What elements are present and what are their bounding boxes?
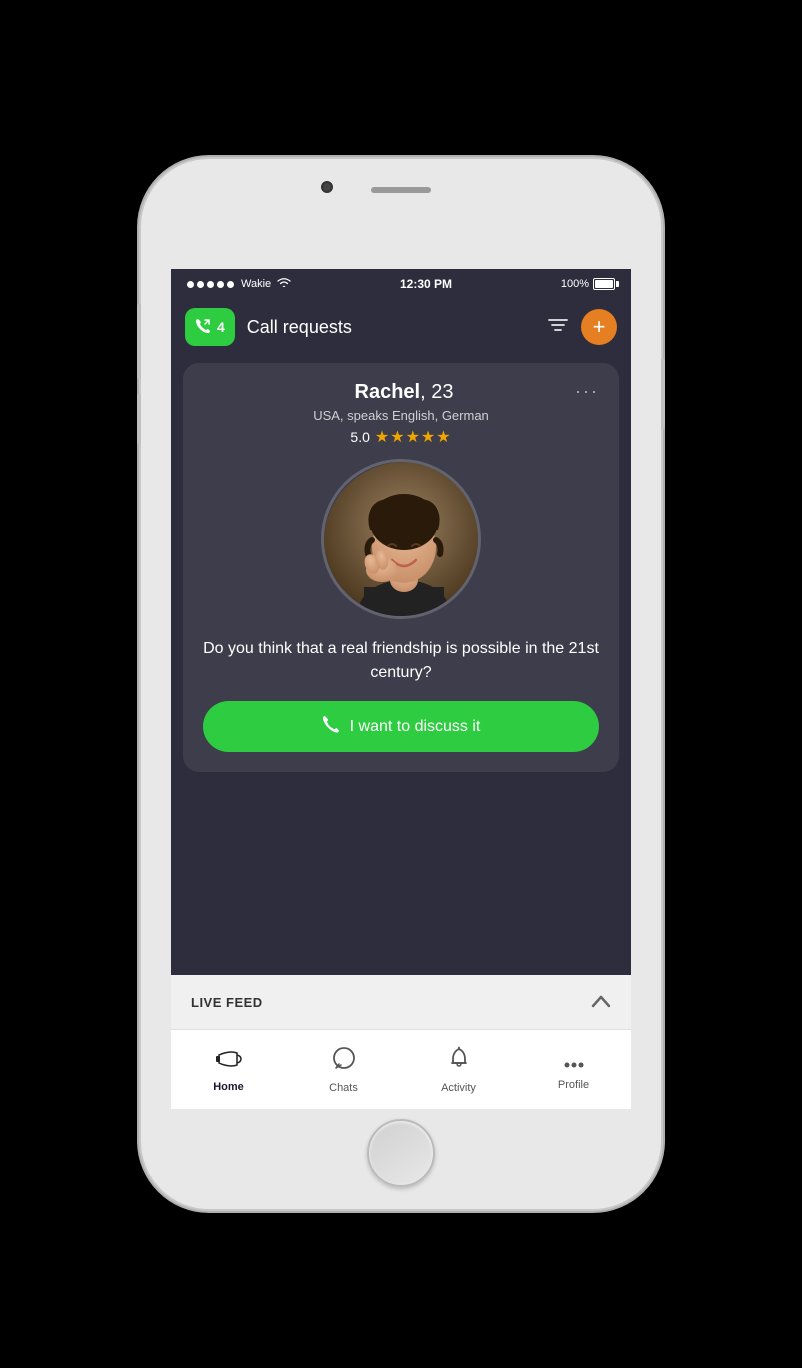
chevron-up-icon[interactable] xyxy=(591,992,611,1013)
user-age: , 23 xyxy=(420,381,453,403)
volume-up-button xyxy=(137,329,141,379)
discuss-button-label: I want to discuss it xyxy=(350,718,481,736)
speaker xyxy=(371,187,431,193)
activity-icon xyxy=(447,1046,471,1078)
front-camera xyxy=(321,181,333,193)
tab-profile[interactable]: Profile xyxy=(516,1049,631,1091)
signal-dot-1 xyxy=(187,281,194,288)
bottom-nav: Home Chats xyxy=(171,1029,631,1109)
rating-number: 5.0 xyxy=(350,429,369,445)
status-bar: Wakie 12:30 PM 100% xyxy=(171,269,631,299)
carrier-name: Wakie xyxy=(241,278,271,290)
call-requests-badge[interactable]: 4 xyxy=(185,308,235,346)
phone-call-icon xyxy=(322,715,340,738)
home-icon xyxy=(215,1047,243,1077)
user-avatar xyxy=(321,459,481,619)
volume-down-button xyxy=(137,394,141,444)
activity-nav-label: Activity xyxy=(441,1082,476,1094)
user-location: USA, speaks English, German xyxy=(313,408,489,423)
call-badge-count: 4 xyxy=(217,319,225,335)
card-question: Do you think that a real friendship is p… xyxy=(203,637,599,685)
discuss-button[interactable]: I want to discuss it xyxy=(203,701,599,752)
status-left: Wakie xyxy=(187,277,291,291)
signal-dots xyxy=(187,281,234,288)
tab-activity[interactable]: Activity xyxy=(401,1046,516,1094)
signal-dot-2 xyxy=(197,281,204,288)
silent-switch xyxy=(137,304,141,332)
home-nav-label: Home xyxy=(213,1081,244,1093)
signal-dot-4 xyxy=(217,281,224,288)
live-feed-bar[interactable]: LIVE FEED xyxy=(171,975,631,1029)
wifi-icon xyxy=(277,277,291,291)
add-button[interactable]: + xyxy=(581,309,617,345)
user-name: Rachel xyxy=(355,381,421,403)
tab-chats[interactable]: Chats xyxy=(286,1046,401,1094)
power-button xyxy=(661,359,665,429)
signal-dot-3 xyxy=(207,281,214,288)
chats-nav-label: Chats xyxy=(329,1082,358,1094)
stars-icon: ★★★★★ xyxy=(375,427,452,447)
card-top-row: Rachel, 23 ··· xyxy=(203,381,599,404)
phone-incoming-icon xyxy=(195,318,211,337)
profile-icon xyxy=(563,1049,585,1075)
header-bar: 4 Call requests + xyxy=(171,299,631,355)
status-right: 100% xyxy=(561,278,615,290)
plus-icon: + xyxy=(593,316,606,338)
card-name-section: Rachel, 23 xyxy=(233,381,575,404)
profile-nav-label: Profile xyxy=(558,1079,589,1091)
home-button[interactable] xyxy=(367,1119,435,1187)
battery-icon xyxy=(593,278,615,290)
tab-home[interactable]: Home xyxy=(171,1047,286,1093)
phone-wrapper: Wakie 12:30 PM 100% xyxy=(0,0,802,1368)
card-rating: 5.0 ★★★★★ xyxy=(350,427,451,447)
more-options-icon[interactable]: ··· xyxy=(575,381,599,402)
user-card: Rachel, 23 ··· USA, speaks English, Germ… xyxy=(183,363,619,772)
phone-screen: Wakie 12:30 PM 100% xyxy=(171,269,631,1109)
live-feed-label: LIVE FEED xyxy=(191,995,263,1010)
phone-frame: Wakie 12:30 PM 100% xyxy=(141,159,661,1209)
signal-dot-5 xyxy=(227,281,234,288)
battery-percent: 100% xyxy=(561,278,589,290)
header-title: Call requests xyxy=(247,317,535,338)
filter-icon[interactable] xyxy=(547,316,569,339)
status-time: 12:30 PM xyxy=(400,277,452,291)
chats-icon xyxy=(331,1046,357,1078)
